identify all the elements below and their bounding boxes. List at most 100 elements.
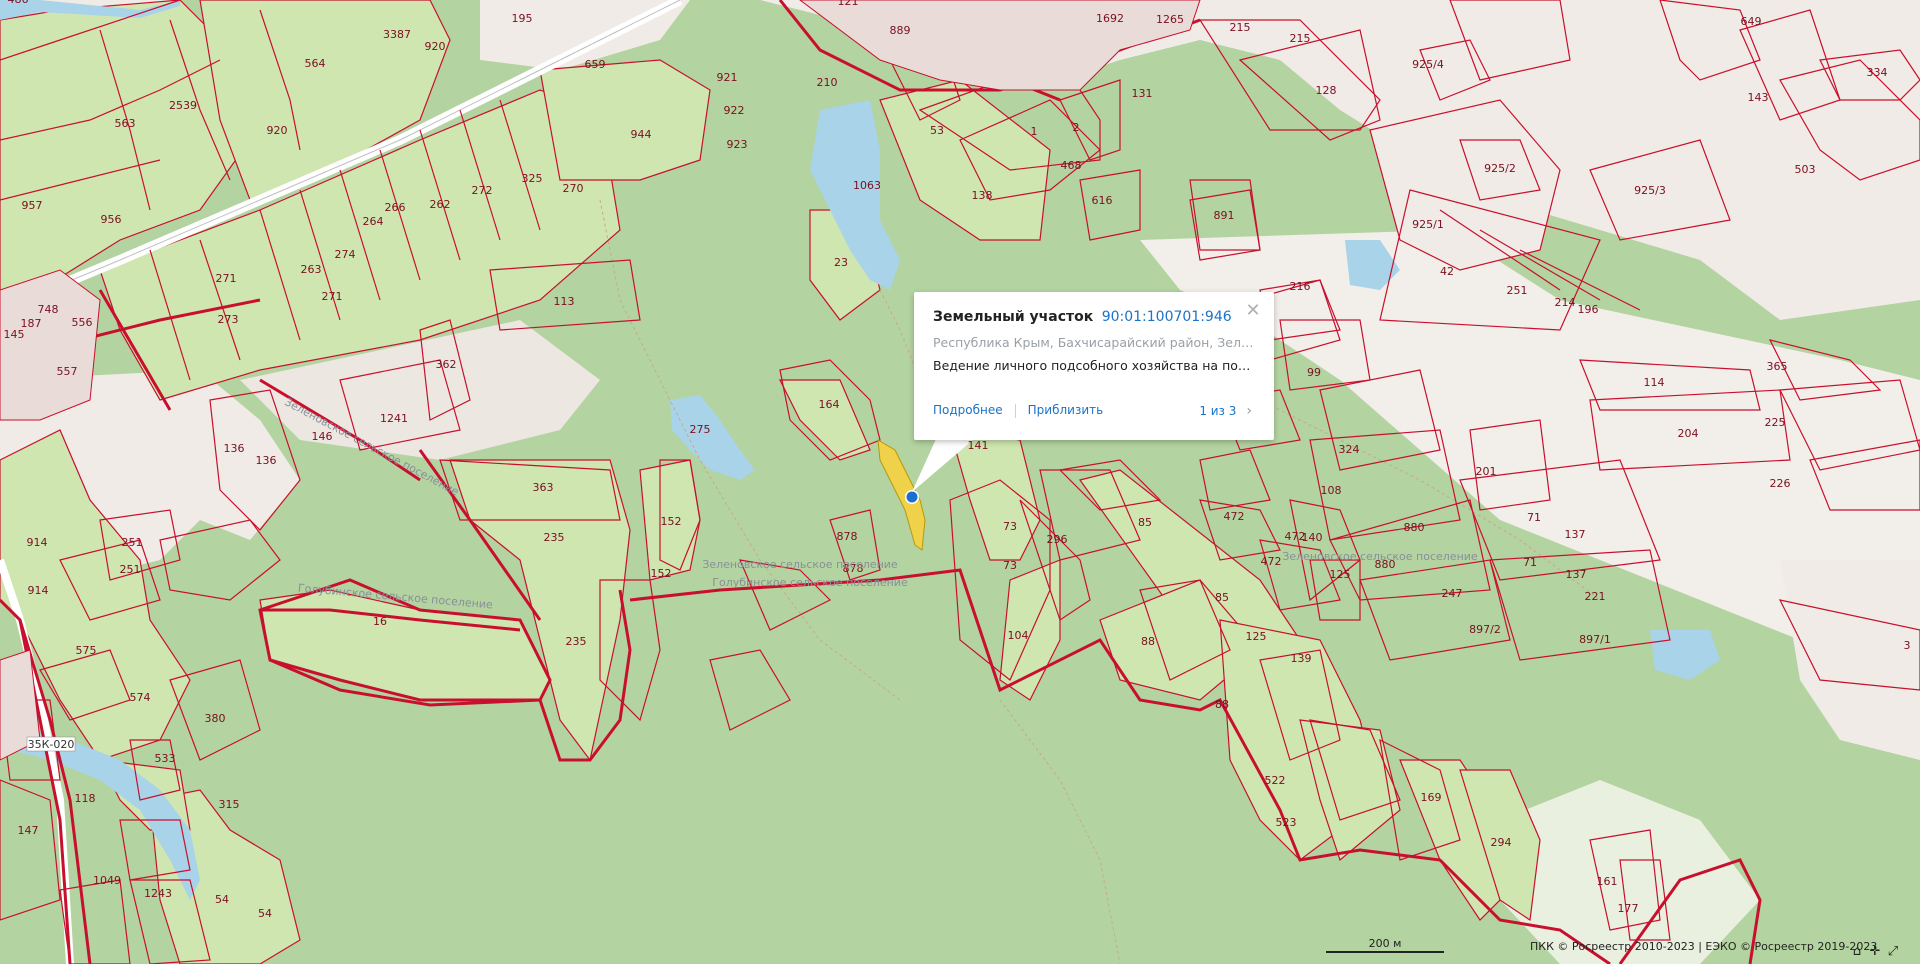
plot-number-label: 659 — [585, 58, 606, 71]
popup-actions: Подробнее Приблизить — [933, 403, 1103, 418]
plot-number-label: 533 — [155, 752, 176, 765]
plot-number-label: 334 — [1867, 66, 1888, 79]
plot-number-label: 1 — [1031, 125, 1038, 138]
plot-number-label: 195 — [512, 12, 533, 25]
plot-number-label: 649 — [1741, 15, 1762, 28]
cadastral-number-link[interactable]: 90:01:100701:946 — [1102, 309, 1232, 325]
plot-number-label: 523 — [1276, 816, 1297, 829]
home-icon[interactable]: ⌂ — [1848, 944, 1866, 962]
locate-icon[interactable]: ✛ — [1866, 944, 1884, 962]
plot-number-label: 1265 — [1156, 13, 1184, 26]
plot-number-label: 3 — [1904, 639, 1911, 652]
area-name-label: Голубинское сельское поселение — [712, 576, 908, 589]
plot-number-label: 271 — [322, 290, 343, 303]
plot-number-label: 221 — [1585, 590, 1606, 603]
plot-number-label: 920 — [425, 40, 446, 53]
plot-number-label: 274 — [335, 248, 356, 261]
plot-number-label: 169 — [1421, 791, 1442, 804]
fullscreen-icon[interactable]: ⤢ — [1884, 944, 1902, 962]
plot-number-label: 472 — [1261, 555, 1282, 568]
plot-number-label: 503 — [1795, 163, 1816, 176]
plot-number-label: 522 — [1265, 774, 1286, 787]
plot-number-label: 99 — [1307, 366, 1321, 379]
plot-number-label: 925/2 — [1484, 162, 1516, 175]
parcel-popup: Земельный участок 90:01:100701:946 ✕ Рес… — [914, 292, 1274, 440]
popup-pager[interactable]: 1 из 3 › — [1199, 403, 1252, 419]
map-canvas[interactable]: 486 195 3387 920 564 2539 920 563 957 956 659 921 92… — [0, 0, 1920, 964]
popup-title: Земельный участок — [933, 309, 1094, 325]
plot-number-label: 365 — [1767, 360, 1788, 373]
plot-number-label: 556 — [72, 316, 93, 329]
plot-number-label: 143 — [1748, 91, 1769, 104]
cadastral-map[interactable]: 486 195 3387 920 564 2539 920 563 957 956 659 921 92… — [0, 0, 1920, 964]
plot-number-label: 748 — [38, 303, 59, 316]
plot-number-label: 925/4 — [1412, 58, 1444, 71]
plot-number-label: 214 — [1555, 296, 1576, 309]
parcel-land-use: Ведение личного подсобного хозяйства на … — [933, 358, 1255, 373]
plot-number-label: 121 — [838, 0, 859, 8]
plot-number-label: 71 — [1527, 511, 1541, 524]
plot-number-label: 921 — [717, 71, 738, 84]
plot-number-label: 216 — [1290, 280, 1311, 293]
zoom-in-link[interactable]: Приблизить — [1028, 403, 1104, 417]
location-marker[interactable] — [905, 490, 919, 504]
plot-number-label: 196 — [1578, 303, 1599, 316]
plot-number-label: 251 — [1507, 284, 1528, 297]
plot-number-label: 138 — [972, 189, 993, 202]
plot-number-label: 177 — [1618, 902, 1639, 915]
plot-number-label: 575 — [76, 644, 97, 657]
plot-number-label: 922 — [724, 104, 745, 117]
plot-number-label: 147 — [18, 824, 39, 837]
plot-number-label: 42 — [1440, 265, 1454, 278]
plot-number-label: 137 — [1565, 528, 1586, 541]
plot-number-label: 204 — [1678, 427, 1699, 440]
plot-number-label: 294 — [1491, 836, 1512, 849]
plot-number-label: 85 — [1138, 516, 1152, 529]
plot-number-label: 270 — [563, 182, 584, 195]
plot-number-label: 266 — [385, 201, 406, 214]
scale-bar: 200 м — [1326, 937, 1444, 953]
more-details-link[interactable]: Подробнее — [933, 403, 1003, 417]
close-icon[interactable]: ✕ — [1244, 302, 1262, 320]
plot-number-label: 3387 — [383, 28, 411, 41]
plot-number-label: 145 — [4, 328, 25, 341]
scale-line — [1326, 951, 1444, 953]
plot-number-label: 54 — [258, 907, 272, 920]
plot-number-label: 164 — [819, 398, 840, 411]
plot-number-label: 897/2 — [1469, 623, 1501, 636]
plot-number-label: 264 — [363, 215, 384, 228]
plot-number-label: 108 — [1321, 484, 1342, 497]
plot-number-label: 468 — [1061, 159, 1082, 172]
plot-number-label: 118 — [75, 792, 96, 805]
plot-number-label: 136 — [224, 442, 245, 455]
plot-number-label: 136 — [256, 454, 277, 467]
plot-number-label: 85 — [1215, 591, 1229, 604]
plot-number-label: 54 — [215, 893, 229, 906]
plot-number-label: 141 — [968, 439, 989, 452]
road-number-label: 35К-020 — [28, 738, 75, 751]
plot-number-label: 146 — [312, 430, 333, 443]
plot-number-label: 71 — [1523, 556, 1537, 569]
plot-number-label: 113 — [554, 295, 575, 308]
plot-number-label: 128 — [1316, 84, 1337, 97]
road-labels: 35К-020 — [26, 736, 76, 752]
plot-number-label: 251 — [122, 536, 143, 549]
plot-number-label: 235 — [566, 635, 587, 648]
plot-number-label: 131 — [1132, 87, 1153, 100]
plot-number-label: 914 — [28, 584, 49, 597]
plot-number-label: 1063 — [853, 179, 881, 192]
plot-number-label: 53 — [930, 124, 944, 137]
plot-number-label: 23 — [834, 256, 848, 269]
parcel-address: Республика Крым, Бахчисарайский район, З… — [933, 335, 1255, 350]
plot-number-label: 88 — [1141, 635, 1155, 648]
plot-number-label: 263 — [301, 263, 322, 276]
plot-number-label: 226 — [1770, 477, 1791, 490]
plot-number-label: 574 — [130, 691, 151, 704]
plot-number-label: 152 — [651, 567, 672, 580]
plot-number-label: 944 — [631, 128, 652, 141]
chevron-right-icon[interactable]: › — [1246, 403, 1252, 419]
plot-number-label: 275 — [690, 423, 711, 436]
plot-number-label: 235 — [544, 531, 565, 544]
plot-number-label: 104 — [1008, 629, 1029, 642]
actions-divider — [1014, 403, 1016, 418]
